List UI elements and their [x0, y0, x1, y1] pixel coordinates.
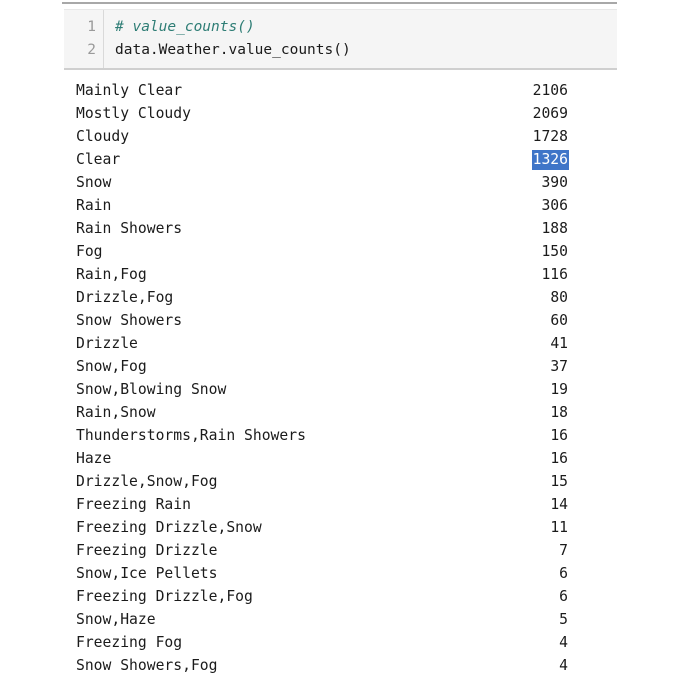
output-row: Rain,Fog 116	[0, 263, 680, 286]
output-row-value: 4	[559, 634, 568, 651]
output-row: Snow 390	[0, 171, 680, 194]
output-row-label: Snow,Fog	[76, 358, 147, 375]
output-row-label: Freezing Rain	[76, 496, 191, 513]
output-row: Rain 306	[0, 194, 680, 217]
output-row-label: Freezing Fog	[76, 634, 183, 651]
output-row: Snow,Ice Pellets 6	[0, 562, 680, 585]
output-row-label: Rain Showers	[76, 220, 183, 237]
output-row-value: 306	[541, 197, 568, 214]
output-row: Drizzle,Snow,Fog 15	[0, 470, 680, 493]
output-row-value: 37	[550, 358, 568, 375]
code-line-statement: data.Weather.value_counts()	[115, 42, 351, 58]
output-row-value: 390	[541, 174, 568, 191]
output-row-label: Fog	[76, 243, 103, 260]
output-row-label: Mainly Clear	[76, 82, 183, 99]
output-row: Cloudy 1728	[0, 125, 680, 148]
output-row-label: Freezing Drizzle	[76, 542, 218, 559]
output-row: Freezing Drizzle 7	[0, 539, 680, 562]
output-row: Freezing Rain 14	[0, 493, 680, 516]
output-row: Mainly Clear 2106	[0, 79, 680, 102]
output-row-value: 16	[550, 427, 568, 444]
output-row-value: 1326	[400, 148, 569, 171]
output-row-label: Haze	[76, 450, 112, 467]
output-row-value: 41	[550, 335, 568, 352]
output-row: Thunderstorms,Rain Showers 16	[0, 424, 680, 447]
output-row-value: 60	[550, 312, 568, 329]
output-row-label: Rain,Fog	[76, 266, 147, 283]
line-number: 1	[87, 19, 96, 35]
output-row: Clear 1326	[0, 148, 680, 171]
output-row: Drizzle,Fog 80	[0, 286, 680, 309]
selected-value-highlight[interactable]: 1326	[531, 150, 569, 170]
output-row-value: 2069	[532, 105, 568, 122]
output-row-value: 5	[559, 611, 568, 628]
output-row-value: 6	[559, 588, 568, 605]
cell-output-area: Mainly Clear 2106 Mostly Cloudy 2069 Cloudy 1…	[0, 79, 680, 677]
output-row-value: 7	[559, 542, 568, 559]
output-row-value: 16	[550, 450, 568, 467]
output-row: Snow Showers,Fog 4	[0, 654, 680, 677]
output-row-value: 150	[541, 243, 568, 260]
output-row-value: 18	[550, 404, 568, 421]
output-row-value: 2106	[532, 82, 568, 99]
output-row: Haze 16	[0, 447, 680, 470]
output-row-label: Snow,Blowing Snow	[76, 381, 227, 398]
output-row-value: 4	[559, 657, 568, 674]
output-row-label: Rain,Snow	[76, 404, 156, 421]
output-row-value: 116	[541, 266, 568, 283]
output-row-label: Cloudy	[76, 128, 130, 145]
output-row: Drizzle 41	[0, 332, 680, 355]
output-row-label: Clear	[76, 151, 121, 168]
output-row-value: 80	[550, 289, 568, 306]
output-row: Mostly Cloudy 2069	[0, 102, 680, 125]
cell-top-divider	[62, 2, 617, 4]
output-row-label: Freezing Drizzle,Snow	[76, 519, 262, 536]
output-row: Fog 150	[0, 240, 680, 263]
output-row-label: Freezing Drizzle,Fog	[76, 588, 253, 605]
output-row-label: Snow,Ice Pellets	[76, 565, 218, 582]
output-row-value: 19	[550, 381, 568, 398]
output-row-label: Snow Showers,Fog	[76, 657, 218, 674]
output-row: Snow Showers 60	[0, 309, 680, 332]
output-row: Rain,Snow 18	[0, 401, 680, 424]
output-row: Snow,Haze 5	[0, 608, 680, 631]
output-row: Freezing Fog 4	[0, 631, 680, 654]
output-row-value: 1728	[532, 128, 568, 145]
output-row: Freezing Drizzle,Fog 6	[0, 585, 680, 608]
code-line-number-gutter: 1 2	[64, 10, 104, 68]
line-number: 2	[87, 42, 96, 58]
output-row-value: 6	[559, 565, 568, 582]
output-row-label: Drizzle	[76, 335, 138, 352]
output-row-value: 188	[541, 220, 568, 237]
output-row-label: Drizzle,Snow,Fog	[76, 473, 218, 490]
output-row-label: Drizzle,Fog	[76, 289, 174, 306]
output-row-label: Snow	[76, 174, 112, 191]
output-row-label: Snow,Haze	[76, 611, 156, 628]
output-row: Snow,Blowing Snow 19	[0, 378, 680, 401]
output-row-label: Rain	[76, 197, 112, 214]
output-row-label: Snow Showers	[76, 312, 183, 329]
code-line-comment: # value_counts()	[115, 19, 255, 35]
output-row: Rain Showers 188	[0, 217, 680, 240]
output-row-label: Thunderstorms,Rain Showers	[76, 427, 306, 444]
output-row: Snow,Fog 37	[0, 355, 680, 378]
output-row: Freezing Drizzle,Snow 11	[0, 516, 680, 539]
output-row-value: 11	[550, 519, 568, 536]
output-row-value: 14	[550, 496, 568, 513]
code-editor-area[interactable]: # value_counts() data.Weather.value_coun…	[104, 10, 617, 68]
output-row-label: Mostly Cloudy	[76, 105, 191, 122]
output-row-value: 15	[550, 473, 568, 490]
notebook-page: 1 2 # value_counts() data.Weather.value_…	[0, 0, 680, 674]
code-input-cell[interactable]: 1 2 # value_counts() data.Weather.value_…	[64, 9, 617, 70]
